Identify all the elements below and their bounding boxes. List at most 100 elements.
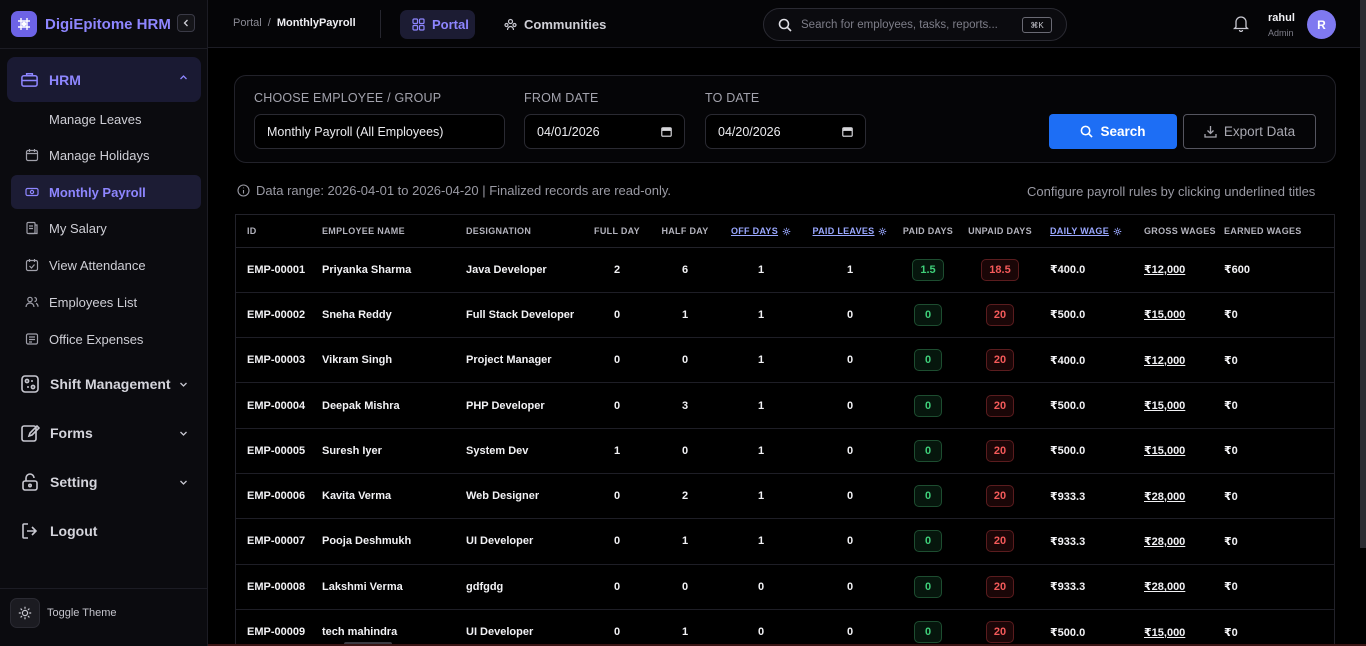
sidebar-item-employees-list[interactable]: Employees List bbox=[11, 285, 201, 319]
col-earned-wages: EARNED WAGES bbox=[1224, 215, 1334, 248]
cell-full-day: 0 bbox=[582, 382, 652, 429]
chevron-down-icon bbox=[180, 431, 187, 436]
cell-paid-leaves: 0 bbox=[804, 382, 896, 429]
cell-off-days: 1 bbox=[718, 382, 804, 429]
sidebar-group-forms[interactable]: Forms bbox=[7, 413, 201, 453]
sidebar-group-hrm[interactable]: HRM bbox=[7, 57, 201, 102]
from-date-label: FROM DATE bbox=[524, 91, 599, 105]
brand-logo-icon bbox=[11, 11, 37, 37]
cell-earned-wages: ₹0 bbox=[1224, 473, 1334, 520]
to-date-input[interactable]: 04/20/2026 bbox=[705, 114, 866, 149]
table-row[interactable]: EMP-00007 Pooja Deshmukh UI Developer 0 1 1 0 0… bbox=[236, 518, 1334, 565]
gross-wages-link[interactable]: ₹28,000 bbox=[1144, 581, 1185, 593]
col-paid-leaves-header[interactable]: PAID LEAVES bbox=[804, 215, 896, 248]
unpaid-days-badge: 20 bbox=[985, 394, 1015, 417]
col-off-days-header[interactable]: OFF DAYS bbox=[718, 215, 804, 248]
user-name: rahul bbox=[1268, 12, 1295, 24]
sidebar-item-view-attendance[interactable]: View Attendance bbox=[11, 248, 201, 282]
gross-wages-link[interactable]: ₹15,000 bbox=[1144, 445, 1185, 457]
cell-earned-wages: ₹0 bbox=[1224, 564, 1334, 610]
gear-icon[interactable] bbox=[1113, 227, 1122, 236]
logout-button[interactable]: Logout bbox=[7, 511, 201, 551]
cell-designation: PHP Developer bbox=[466, 382, 582, 429]
table-row[interactable]: EMP-00003 Vikram Singh Project Manager 0 0 1 0… bbox=[236, 337, 1334, 384]
sidebar-group-label: Setting bbox=[50, 474, 98, 490]
cell-unpaid-days-wrap: 20 bbox=[960, 337, 1040, 384]
collapse-sidebar-button[interactable] bbox=[177, 14, 195, 32]
chevron-left-icon bbox=[183, 19, 188, 27]
cell-earned-wages: ₹0 bbox=[1224, 609, 1334, 646]
cell-half-day: 0 bbox=[652, 428, 718, 474]
table-row[interactable]: EMP-00009 tech mahindra UI Developer 0 1 0 0 0 2… bbox=[236, 609, 1334, 646]
sidebar-item-label: Manage Holidays bbox=[49, 147, 150, 163]
sidebar-item-monthly-payroll[interactable]: Monthly Payroll bbox=[11, 175, 201, 209]
gross-wages-link[interactable]: ₹28,000 bbox=[1144, 491, 1185, 503]
employee-group-select[interactable]: Monthly Payroll (All Employees) bbox=[254, 114, 505, 149]
search-input[interactable]: Search for employees, tasks, reports... bbox=[801, 19, 998, 31]
cell-paid-leaves: 0 bbox=[804, 609, 896, 646]
sidebar-group-shift-management[interactable]: Shift Management bbox=[7, 364, 201, 404]
global-search[interactable]: Search for employees, tasks, reports... … bbox=[763, 8, 1067, 41]
cell-full-day: 2 bbox=[582, 247, 652, 293]
gross-wages-link[interactable]: ₹15,000 bbox=[1144, 400, 1185, 412]
sidebar-item-manage-leaves[interactable]: Manage Leaves bbox=[11, 102, 201, 136]
paid-days-badge: 0 bbox=[914, 485, 942, 508]
col-daily-wage[interactable]: DAILY WAGE bbox=[1050, 226, 1109, 236]
export-data-button[interactable]: Export Data bbox=[1183, 114, 1316, 149]
cell-unpaid-days-wrap: 20 bbox=[960, 609, 1040, 646]
gear-icon[interactable] bbox=[878, 227, 887, 236]
cell-id: EMP-00004 bbox=[236, 382, 322, 429]
search-button[interactable]: Search bbox=[1049, 114, 1177, 149]
calendar-icon[interactable] bbox=[842, 126, 853, 137]
gross-wages-link[interactable]: ₹12,000 bbox=[1144, 264, 1185, 276]
gross-wages-link[interactable]: ₹28,000 bbox=[1144, 536, 1185, 548]
sun-icon bbox=[10, 598, 40, 628]
cell-id: EMP-00001 bbox=[236, 247, 322, 293]
cell-earned-wages: ₹600 bbox=[1224, 247, 1334, 293]
col-off-days[interactable]: OFF DAYS bbox=[731, 226, 778, 236]
sidebar-group-setting[interactable]: Setting bbox=[7, 462, 201, 502]
payroll-icon bbox=[24, 184, 40, 200]
gross-wages-link[interactable]: ₹15,000 bbox=[1144, 309, 1185, 321]
table-row[interactable]: EMP-00002 Sneha Reddy Full Stack Developer… bbox=[236, 292, 1334, 339]
gross-wages-link[interactable]: ₹15,000 bbox=[1144, 627, 1185, 639]
vertical-scrollbar[interactable] bbox=[1360, 0, 1366, 548]
toggle-theme-button[interactable]: Toggle Theme bbox=[10, 598, 117, 628]
table-row[interactable]: EMP-00005 Suresh Iyer System Dev 1 0 1 0 0 20 ₹50… bbox=[236, 428, 1334, 474]
table-row[interactable]: EMP-00006 Kavita Verma Web Designer 0 2 1 0 0 20… bbox=[236, 473, 1334, 520]
col-daily-wage-header[interactable]: DAILY WAGE bbox=[1040, 215, 1134, 248]
col-half-day: HALF DAY bbox=[652, 215, 718, 248]
col-paid-leaves[interactable]: PAID LEAVES bbox=[813, 226, 875, 236]
gross-wages-link[interactable]: ₹12,000 bbox=[1144, 355, 1185, 367]
cell-earned-wages: ₹0 bbox=[1224, 337, 1334, 384]
avatar[interactable]: R bbox=[1307, 10, 1336, 39]
tab-portal[interactable]: Portal bbox=[400, 10, 475, 39]
from-date-input[interactable]: 04/01/2026 bbox=[524, 114, 685, 149]
tab-communities[interactable]: Communities bbox=[492, 10, 606, 39]
table-row[interactable]: EMP-00008 Lakshmi Verma gdfgdg 0 0 0 0 0 20 ₹933.… bbox=[236, 564, 1334, 610]
paid-days-badge: 0 bbox=[914, 349, 942, 372]
breadcrumb-current: MonthlyPayroll bbox=[276, 17, 356, 29]
expenses-icon bbox=[24, 331, 40, 347]
sidebar-item-my-salary[interactable]: My Salary bbox=[11, 211, 201, 245]
cell-designation: gdfgdg bbox=[466, 564, 582, 610]
calendar-icon[interactable] bbox=[661, 126, 672, 137]
sidebar-item-manage-holidays[interactable]: Manage Holidays bbox=[11, 138, 201, 172]
breadcrumb-root[interactable]: Portal bbox=[233, 17, 262, 29]
sidebar-group-label: Shift Management bbox=[50, 376, 171, 392]
gear-icon[interactable] bbox=[782, 227, 791, 236]
export-button-label: Export Data bbox=[1223, 124, 1296, 139]
brand[interactable]: DigiEpitome HRM bbox=[11, 11, 171, 37]
cell-id: EMP-00006 bbox=[236, 473, 322, 520]
table-row[interactable]: EMP-00004 Deepak Mishra PHP Developer 0 3 1 0 0… bbox=[236, 382, 1334, 429]
cell-paid-days-wrap: 0 bbox=[896, 382, 960, 429]
bell-icon[interactable] bbox=[1232, 14, 1250, 37]
cell-employee-name: Suresh Iyer bbox=[322, 428, 466, 474]
cell-employee-name: Kavita Verma bbox=[322, 473, 466, 520]
cell-employee-name: Pooja Deshmukh bbox=[322, 518, 466, 565]
cell-paid-days-wrap: 0 bbox=[896, 518, 960, 565]
leaves-icon bbox=[24, 111, 40, 127]
cell-gross-wages-wrap: ₹15,000 bbox=[1134, 428, 1224, 474]
table-row[interactable]: EMP-00001 Priyanka Sharma Java Developer 2 6… bbox=[236, 247, 1334, 293]
sidebar-item-office-expenses[interactable]: Office Expenses bbox=[11, 322, 201, 356]
